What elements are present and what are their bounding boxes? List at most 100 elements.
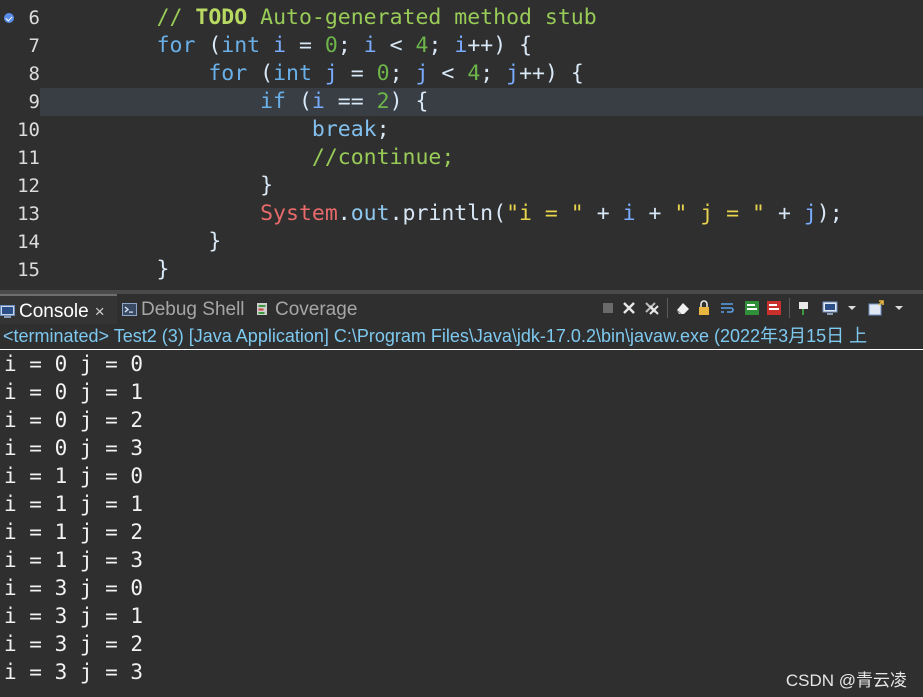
code-line[interactable]: 8 for (int j = 0; j < 4; j++) { bbox=[0, 60, 923, 88]
code-token: ( bbox=[286, 89, 312, 114]
code-text: System.out.println("i = " + i + " j = " … bbox=[53, 200, 843, 228]
code-token: ; bbox=[480, 61, 507, 86]
line-number: 8 bbox=[28, 63, 40, 85]
code-token: 0 bbox=[376, 61, 390, 86]
line-number: 14 bbox=[17, 231, 40, 253]
code-token: 0 bbox=[324, 33, 338, 58]
console-icon bbox=[0, 297, 15, 318]
line-number: 10 bbox=[17, 119, 40, 141]
console-output[interactable]: i = 0 j = 0 i = 0 j = 1 i = 0 j = 2 i = 0 j… bbox=[0, 350, 923, 697]
code-line[interactable]: 12 } bbox=[0, 172, 923, 200]
code-line[interactable]: 15 } bbox=[0, 256, 923, 284]
console-output-line: i = 0 j = 2 bbox=[4, 408, 144, 432]
code-token: "i = " bbox=[506, 201, 584, 226]
console-tab-bar: Console × Debug Shell Coverage bbox=[0, 294, 923, 324]
code-token: System bbox=[260, 201, 338, 226]
code-text: } bbox=[53, 256, 170, 284]
code-token: ( bbox=[195, 33, 222, 58]
code-token: i bbox=[363, 33, 377, 58]
code-token: ) { bbox=[389, 89, 429, 114]
toolbar-separator bbox=[667, 298, 668, 318]
coverage-icon bbox=[256, 295, 271, 315]
console-output-line: i = 1 j = 3 bbox=[4, 548, 144, 572]
code-line[interactable]: 9 if (i == 2) { bbox=[0, 88, 923, 116]
console-output-line: i = 0 j = 1 bbox=[4, 380, 144, 404]
code-token: ; bbox=[376, 117, 390, 142]
code-token: } bbox=[53, 173, 274, 198]
code-token: ); bbox=[816, 201, 843, 226]
code-token: == bbox=[324, 89, 377, 114]
code-editor[interactable]: 6 // TODO Auto-generated method stub 7 fo… bbox=[0, 0, 923, 290]
code-token: i bbox=[273, 33, 287, 58]
code-token: break bbox=[311, 117, 377, 142]
line-number: 13 bbox=[17, 203, 40, 225]
line-number: 7 bbox=[28, 35, 40, 57]
line-number: 15 bbox=[17, 259, 40, 281]
code-token: ++) { bbox=[519, 61, 584, 86]
code-token: //continue; bbox=[311, 145, 455, 170]
tab-console[interactable]: Console × bbox=[0, 294, 117, 324]
code-token: Auto-generated method stub bbox=[247, 5, 597, 30]
code-token: i bbox=[311, 89, 325, 114]
console-output-line: i = 1 j = 1 bbox=[4, 492, 144, 516]
word-wrap-icon[interactable] bbox=[719, 300, 735, 316]
code-line[interactable]: 11 //continue; bbox=[0, 144, 923, 172]
clear-console-icon[interactable] bbox=[675, 300, 691, 316]
display-selected-console-icon[interactable] bbox=[822, 300, 838, 316]
code-text: // TODO Auto-generated method stub bbox=[53, 4, 597, 32]
code-token: ; bbox=[337, 33, 364, 58]
code-token: // bbox=[156, 5, 196, 30]
console-output-line: i = 3 j = 0 bbox=[4, 576, 144, 600]
console-output-line: i = 1 j = 0 bbox=[4, 464, 144, 488]
code-token: for bbox=[156, 33, 196, 58]
code-token: 2 bbox=[376, 89, 390, 114]
line-number: 9 bbox=[0, 88, 40, 116]
code-line[interactable]: 6 // TODO Auto-generated method stub bbox=[0, 4, 923, 32]
pin-console-icon[interactable] bbox=[797, 300, 813, 316]
code-token: + bbox=[765, 201, 804, 226]
tab-coverage[interactable]: Coverage bbox=[256, 294, 357, 324]
console-output-line: i = 1 j = 2 bbox=[4, 520, 144, 544]
code-line[interactable]: 10 break; bbox=[0, 116, 923, 144]
code-line[interactable]: 7 for (int i = 0; i < 4; i++) { bbox=[0, 32, 923, 60]
show-on-stderr-icon[interactable] bbox=[766, 300, 782, 316]
code-token: 4 bbox=[415, 33, 429, 58]
code-token: int bbox=[221, 33, 261, 58]
code-text: } bbox=[53, 228, 221, 256]
line-number: 6 bbox=[28, 7, 40, 29]
chevron-down-icon[interactable] bbox=[846, 300, 862, 316]
code-token: j bbox=[506, 61, 520, 86]
remove-all-terminated-icon[interactable] bbox=[644, 300, 660, 316]
code-token: = bbox=[337, 61, 377, 86]
code-token: ( bbox=[247, 61, 274, 86]
code-token: = bbox=[286, 33, 325, 58]
code-token: } bbox=[53, 229, 222, 254]
console-output-line: i = 3 j = 3 bbox=[4, 660, 144, 684]
code-token: j bbox=[324, 61, 338, 86]
show-on-stdout-icon[interactable] bbox=[744, 300, 760, 316]
code-line[interactable]: 13 System.out.println("i = " + i + " j =… bbox=[0, 200, 923, 228]
remove-launch-icon[interactable] bbox=[621, 300, 637, 316]
code-line[interactable]: 14 } bbox=[0, 228, 923, 256]
chevron-down-icon[interactable] bbox=[893, 300, 909, 316]
tab-debug-shell-label: Debug Shell bbox=[141, 299, 245, 320]
code-text: } bbox=[53, 172, 273, 200]
code-text: //continue; bbox=[53, 144, 454, 172]
code-token: < bbox=[428, 61, 468, 86]
terminate-icon[interactable] bbox=[600, 300, 616, 316]
console-output-line: i = 3 j = 1 bbox=[4, 604, 144, 628]
console-status-line: <terminated> Test2 (3) [Java Application… bbox=[0, 324, 923, 349]
tab-debug-shell[interactable]: Debug Shell bbox=[122, 294, 245, 324]
scroll-lock-icon[interactable] bbox=[697, 300, 713, 316]
tab-console-label: Console bbox=[19, 301, 89, 322]
console-output-line: i = 0 j = 0 bbox=[4, 352, 144, 376]
code-token: ; bbox=[389, 61, 416, 86]
open-console-icon[interactable] bbox=[868, 300, 884, 316]
toolbar-separator bbox=[789, 298, 790, 318]
code-token: " j = " bbox=[674, 201, 765, 226]
